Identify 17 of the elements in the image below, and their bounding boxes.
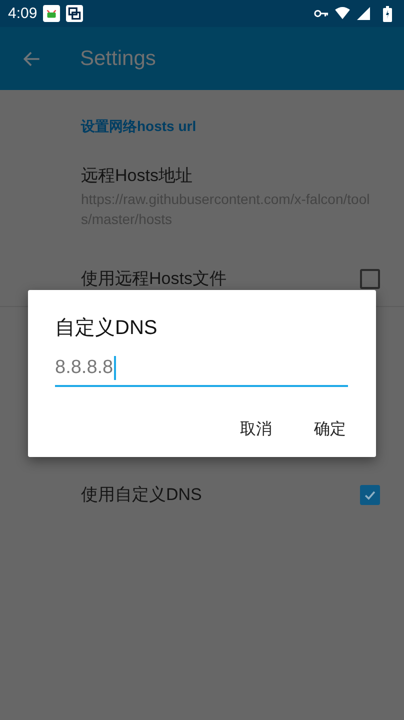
preference-title[interactable]: 使用自定义DNS (81, 483, 202, 506)
battery-icon (383, 6, 392, 22)
category-header: 设置网络hosts url (81, 117, 198, 136)
dialog-title: 自定义DNS (55, 316, 158, 341)
preference-title[interactable]: 远程Hosts地址 (81, 164, 380, 187)
status-time: 4:09 (8, 5, 38, 22)
checkbox[interactable] (360, 484, 380, 504)
app-bar-title: Settings (80, 46, 156, 70)
checkbox[interactable] (360, 268, 380, 288)
preference-title[interactable]: 使用远程Hosts文件 (81, 267, 226, 290)
dialog-button[interactable]: 取消 (232, 415, 280, 444)
dialog-button[interactable]: 确定 (306, 415, 354, 444)
dns-input-field[interactable]: 8.8.8.8 (55, 351, 348, 387)
app-notification-icon (43, 5, 60, 22)
key-icon (314, 7, 329, 20)
signal-icon (356, 7, 371, 20)
wifi-icon (335, 7, 350, 20)
